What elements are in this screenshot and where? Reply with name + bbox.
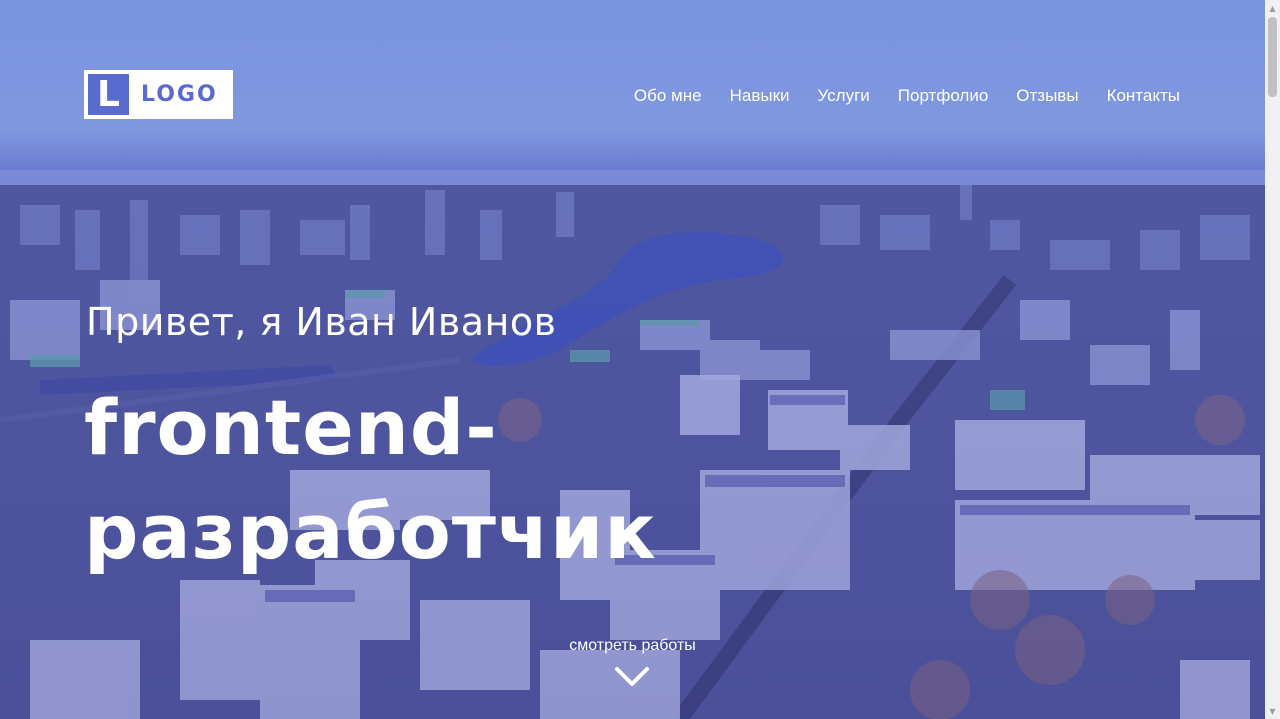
scroll-up-arrow-icon[interactable]: ▲ — [1268, 2, 1277, 14]
hero-greeting: Привет, я Иван Иванов — [86, 300, 557, 344]
main-nav: Обо мне Навыки Услуги Портфолио Отзывы К… — [634, 86, 1180, 106]
hero-section: L LOGO Обо мне Навыки Услуги Портфолио О… — [0, 0, 1265, 719]
logo-mark-letter: L — [97, 73, 120, 115]
hero-title-line-2: разработчик — [84, 487, 657, 576]
logo-text: LOGO — [141, 82, 218, 107]
nav-link-portfolio[interactable]: Портфолио — [898, 86, 988, 106]
nav-link-services[interactable]: Услуги — [818, 86, 870, 106]
hero-title-line-1: frontend- — [84, 383, 498, 472]
scrollbar-thumb[interactable] — [1268, 17, 1277, 97]
logo[interactable]: L LOGO — [84, 70, 233, 119]
nav-link-reviews[interactable]: Отзывы — [1016, 86, 1078, 106]
hero-title: frontend- разработчик — [84, 376, 657, 584]
scroll-down-arrow-icon[interactable]: ▼ — [1268, 705, 1277, 717]
view-works-link[interactable]: смотреть работы — [0, 637, 1265, 655]
nav-link-skills[interactable]: Навыки — [730, 86, 790, 106]
logo-mark: L — [88, 74, 129, 115]
nav-link-about[interactable]: Обо мне — [634, 86, 702, 106]
chevron-down-icon[interactable] — [614, 665, 650, 689]
page-scrollbar[interactable]: ▲ ▼ — [1265, 0, 1280, 719]
nav-link-contacts[interactable]: Контакты — [1107, 86, 1180, 106]
